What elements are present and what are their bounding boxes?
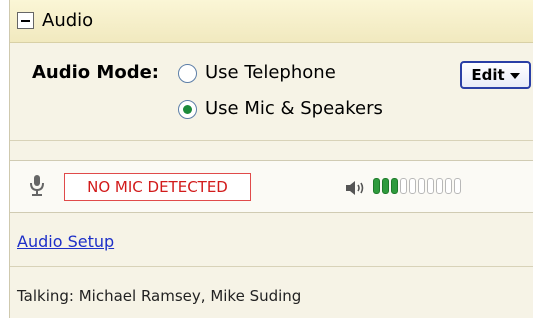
radio-label-mic-speakers: Use Mic & Speakers <box>205 98 383 119</box>
audio-panel: Audio Audio Mode: Use Telephone Use Mic … <box>9 0 533 318</box>
level-segment <box>427 178 434 194</box>
divider <box>10 266 533 267</box>
microphone-icon <box>30 175 44 196</box>
level-segment <box>409 178 416 194</box>
divider <box>10 140 533 141</box>
panel-title: Audio <box>42 10 94 31</box>
mic-status-bar: NO MIC DETECTED <box>10 160 533 213</box>
radio-label-telephone: Use Telephone <box>205 62 336 83</box>
minus-icon <box>21 20 30 22</box>
level-segment <box>391 178 398 194</box>
audio-panel-header: Audio <box>10 0 533 43</box>
no-mic-detected-badge: NO MIC DETECTED <box>64 173 251 201</box>
edit-label: Edit <box>471 66 505 84</box>
chevron-down-icon <box>509 73 520 79</box>
level-segment <box>436 178 443 194</box>
audio-setup-link[interactable]: Audio Setup <box>17 232 114 252</box>
level-segment <box>418 178 425 194</box>
audio-mode-label: Audio Mode: <box>32 62 160 83</box>
radio-button-unchecked-icon[interactable] <box>178 63 197 83</box>
collapse-button[interactable] <box>17 12 34 29</box>
radio-use-telephone[interactable]: Use Telephone <box>178 62 336 84</box>
level-segment <box>373 178 380 194</box>
speaker-level-meter <box>373 178 463 194</box>
level-segment <box>454 178 461 194</box>
level-segment <box>400 178 407 194</box>
radio-button-checked-icon[interactable] <box>178 99 197 119</box>
speaker-icon <box>346 181 364 195</box>
level-segment <box>382 178 389 194</box>
edit-dropdown-button[interactable]: Edit <box>460 61 531 89</box>
level-segment <box>445 178 452 194</box>
talking-status: Talking: Michael Ramsey, Mike Suding <box>17 287 302 305</box>
radio-use-mic-speakers[interactable]: Use Mic & Speakers <box>178 98 383 120</box>
